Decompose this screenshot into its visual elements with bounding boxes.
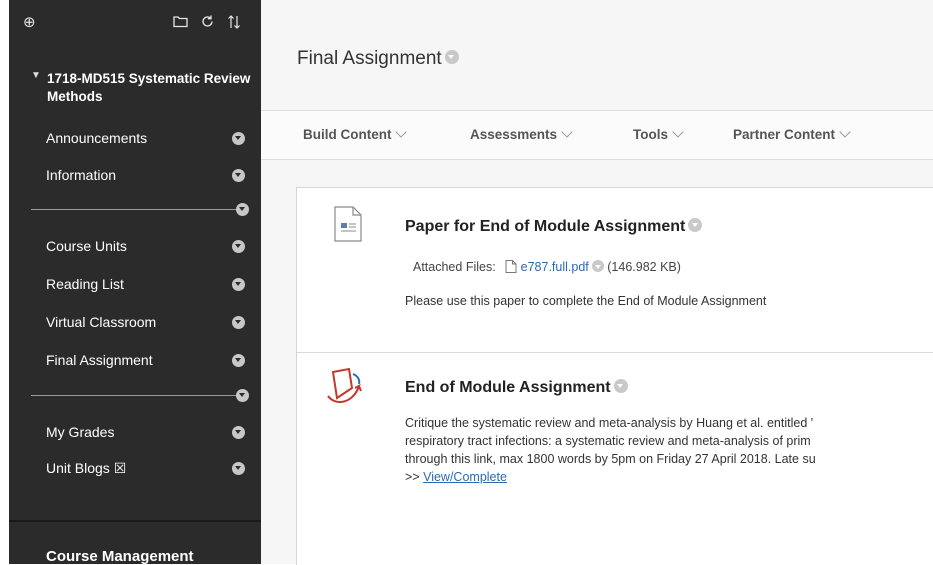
document-icon bbox=[334, 206, 362, 242]
chevron-down-icon[interactable] bbox=[232, 462, 245, 475]
chevron-down-icon[interactable] bbox=[232, 240, 245, 253]
item-title[interactable]: Paper for End of Module Assignment bbox=[405, 217, 703, 236]
refresh-icon[interactable] bbox=[200, 14, 215, 34]
sidebar-item-label: My Grades bbox=[46, 424, 115, 440]
chevron-down-icon[interactable] bbox=[591, 259, 604, 272]
chevron-down-icon[interactable] bbox=[232, 354, 245, 367]
course-management-divider bbox=[9, 520, 261, 522]
item-title-text: End of Module Assignment bbox=[405, 379, 611, 396]
folder-icon[interactable] bbox=[173, 14, 188, 33]
course-menu-sidebar: ⊕ ▼ 1718-MD515 Systematic Review Methods… bbox=[9, 0, 261, 564]
chevron-down-icon[interactable] bbox=[232, 132, 245, 145]
build-content-menu[interactable]: Build Content bbox=[303, 126, 408, 142]
assignment-description-line: respiratory tract infections: a systemat… bbox=[405, 434, 811, 448]
partner-content-menu[interactable]: Partner Content bbox=[733, 126, 851, 142]
chevron-down-icon[interactable] bbox=[232, 426, 245, 439]
chevron-down-icon bbox=[561, 126, 573, 138]
tools-menu[interactable]: Tools bbox=[633, 126, 684, 142]
sidebar-item-reading-list[interactable]: Reading List bbox=[46, 273, 251, 297]
assignment-description-line: through this link, max 1800 words by 5pm… bbox=[405, 452, 816, 466]
content-area: Final Assignment Build Content Assessmen… bbox=[261, 0, 933, 565]
link-prefix: >> bbox=[405, 470, 420, 484]
course-title[interactable]: 1718-MD515 Systematic Review Methods bbox=[47, 70, 257, 106]
chevron-down-icon bbox=[672, 126, 684, 138]
sidebar-divider bbox=[31, 395, 238, 396]
sidebar-item-virtual-classroom[interactable]: Virtual Classroom bbox=[46, 311, 251, 335]
attached-files: Attached Files: e787.full.pdf (146.982 K… bbox=[413, 259, 681, 274]
chevron-down-icon[interactable] bbox=[236, 389, 249, 402]
sidebar-toolbar: ⊕ bbox=[23, 14, 251, 34]
sidebar-item-label: Information bbox=[46, 167, 117, 183]
sidebar-divider bbox=[31, 209, 238, 210]
toolbar-divider bbox=[261, 159, 933, 160]
sidebar-item-label: Announcements bbox=[46, 130, 148, 146]
sidebar-item-announcements[interactable]: Announcements bbox=[46, 127, 251, 151]
sidebar-item-final-assignment[interactable]: Final Assignment bbox=[46, 349, 251, 373]
content-list: Paper for End of Module Assignment Attac… bbox=[296, 187, 933, 565]
menu-label: Partner Content bbox=[733, 127, 836, 142]
sidebar-item-label: Virtual Classroom bbox=[46, 314, 157, 330]
sidebar-item-unit-blogs[interactable]: Unit Blogs ☒ bbox=[46, 457, 251, 481]
chevron-down-icon bbox=[395, 126, 408, 138]
sort-icon[interactable] bbox=[227, 14, 241, 35]
view-complete-link[interactable]: View/Complete bbox=[423, 470, 507, 484]
chevron-down-icon[interactable] bbox=[232, 316, 245, 329]
menu-label: Tools bbox=[633, 127, 668, 142]
sidebar-item-label: Final Assignment bbox=[46, 352, 153, 368]
item-title[interactable]: End of Module Assignment bbox=[405, 378, 628, 397]
file-icon bbox=[505, 260, 517, 273]
item-title-text: Paper for End of Module Assignment bbox=[405, 218, 686, 235]
page-title: Final Assignment bbox=[297, 48, 459, 70]
sidebar-item-label: Unit Blogs ☒ bbox=[46, 460, 127, 476]
chevron-down-icon bbox=[839, 126, 851, 138]
chevron-down-icon[interactable] bbox=[232, 169, 245, 182]
file-link[interactable]: e787.full.pdf bbox=[521, 260, 589, 274]
plus-circle-icon[interactable]: ⊕ bbox=[23, 14, 36, 32]
attached-files-label: Attached Files: bbox=[413, 260, 496, 274]
assessments-menu[interactable]: Assessments bbox=[470, 126, 573, 142]
sidebar-item-label: Course Units bbox=[46, 238, 127, 254]
menu-label: Assessments bbox=[470, 127, 558, 142]
assignment-icon bbox=[327, 367, 362, 403]
chevron-down-icon[interactable] bbox=[688, 217, 703, 232]
sidebar-item-information[interactable]: Information bbox=[46, 164, 251, 188]
assignment-description-line: Critique the systematic review and meta-… bbox=[405, 416, 814, 430]
sidebar-item-label: Reading List bbox=[46, 276, 124, 292]
sidebar-item-course-units[interactable]: Course Units bbox=[46, 235, 251, 259]
chevron-down-icon[interactable] bbox=[444, 49, 459, 64]
item-description: Please use this paper to complete the En… bbox=[405, 294, 767, 308]
content-toolbar: Build Content Assessments Tools Partner … bbox=[261, 111, 933, 159]
collapse-caret-icon[interactable]: ▼ bbox=[31, 70, 41, 81]
window-edge bbox=[0, 0, 9, 564]
sidebar-item-my-grades[interactable]: My Grades bbox=[46, 421, 251, 445]
chevron-down-icon[interactable] bbox=[613, 378, 628, 393]
course-management-heading[interactable]: Course Management bbox=[46, 548, 194, 564]
chevron-down-icon[interactable] bbox=[232, 278, 245, 291]
file-size: (146.982 KB) bbox=[607, 260, 681, 274]
menu-label: Build Content bbox=[303, 127, 392, 142]
page-title-text: Final Assignment bbox=[297, 48, 442, 69]
chevron-down-icon[interactable] bbox=[236, 203, 249, 216]
view-complete-row: >> View/Complete bbox=[405, 468, 507, 486]
item-divider bbox=[297, 352, 933, 353]
